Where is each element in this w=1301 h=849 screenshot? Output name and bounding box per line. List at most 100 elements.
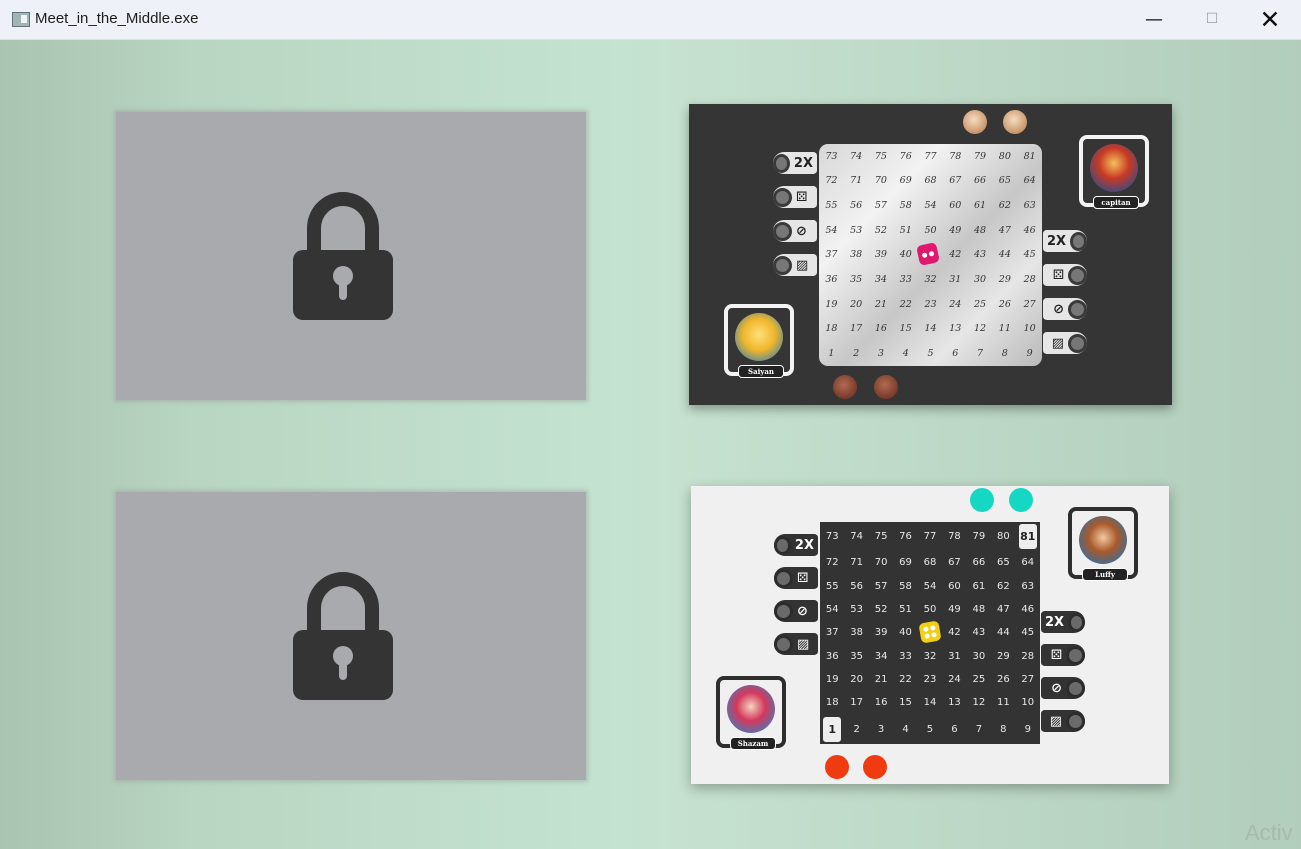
board-cell: 34 [874, 274, 887, 286]
board-cell: 75 [874, 150, 887, 162]
locked-level-2[interactable] [116, 492, 586, 780]
board-cell: 13 [949, 323, 962, 335]
board-cell: 17 [850, 323, 863, 335]
hero-portrait-icon [1090, 144, 1138, 192]
board-cell: 67 [949, 175, 962, 187]
board-cell: 19 [825, 298, 838, 310]
board-cell: 5 [926, 723, 934, 735]
board-cell: 20 [850, 298, 863, 310]
board-cell: 35 [850, 650, 864, 662]
board-cell: 14 [924, 323, 937, 335]
wooden-pawn-icon [833, 375, 857, 399]
block-icon: ⊘ [1051, 680, 1062, 696]
board-cell: 20 [850, 674, 864, 686]
close-button[interactable]: ✕ [1241, 0, 1299, 39]
board-cell: 44 [998, 249, 1011, 261]
board-cell: 3 [877, 723, 885, 735]
red-pawn-icon [825, 755, 849, 779]
board-cell: 37 [825, 249, 838, 261]
board-cell: 21 [874, 674, 888, 686]
board-cell: 61 [972, 580, 986, 592]
player-avatar-luffy: Luffy [1068, 507, 1138, 581]
board-cell: 14 [923, 697, 937, 709]
board-cell: 54 [924, 200, 937, 212]
board-cell: 71 [850, 175, 863, 187]
board-cell: 8 [1000, 723, 1007, 735]
level-light-board[interactable]: 73 74 75 76 77 78 79 80 81 72 71 70 69 68 67 66 65 64 55… [691, 486, 1169, 784]
maximize-button[interactable]: ☐ [1183, 0, 1241, 39]
double-powerup: 2X [773, 152, 817, 174]
board-cell: 40 [899, 249, 912, 261]
board-cell: 38 [850, 249, 863, 261]
app-window: Meet_in_the_Middle.exe — ☐ ✕ 73 74 75 76… [0, 0, 1301, 849]
board-cell: 48 [972, 604, 986, 616]
board-cell: 46 [1021, 604, 1035, 616]
board-cell: 26 [996, 674, 1010, 686]
board-cell: 22 [899, 674, 912, 686]
barrier-icon: ▨ [1051, 335, 1064, 351]
board-cell: 49 [949, 224, 962, 236]
minimize-button[interactable]: — [1125, 0, 1183, 39]
board-cell: 43 [972, 627, 986, 639]
dice-icon: ⚄ [796, 189, 808, 205]
board-cell: 76 [899, 531, 912, 543]
board-cell: 1 [823, 716, 842, 742]
board-cell: 73 [825, 531, 839, 543]
board-cell: 9 [1026, 348, 1033, 360]
board-cell: 64 [1021, 557, 1035, 569]
board-cell: 11 [998, 323, 1011, 335]
board-cell: 56 [850, 580, 864, 592]
player-avatar-shazam: Shazam [716, 676, 786, 750]
block-powerup: ⊘ [1043, 298, 1087, 320]
board-cell: 69 [899, 175, 912, 187]
board-cell: 30 [974, 274, 987, 286]
block-powerup: ⊘ [774, 600, 818, 622]
board-cell: 60 [948, 580, 961, 592]
player-avatar-saiyan: Saiyan [724, 304, 794, 378]
board-cell: 77 [924, 150, 937, 162]
double-powerup: 2X [1041, 611, 1085, 633]
board-cell: 54 [825, 224, 838, 236]
board-cell: 53 [850, 604, 864, 616]
board-cell: 13 [948, 697, 961, 709]
dice-icon: ⚄ [1052, 267, 1064, 283]
board-cell: 29 [998, 274, 1011, 286]
board-cell: 25 [974, 298, 987, 310]
board-cell: 51 [899, 224, 912, 236]
locked-level-1[interactable] [116, 112, 586, 400]
level-dark-board[interactable]: 73 74 75 76 77 78 79 80 81 72 71 70 69 68 67 66 65 64 55… [689, 104, 1172, 405]
padlock-icon [293, 192, 393, 320]
board-cell: 70 [874, 175, 887, 187]
board-cell: 57 [874, 200, 887, 212]
barrier-icon: ▨ [1049, 713, 1062, 729]
board-cell: 3 [877, 348, 884, 360]
dice-icon: ⚄ [797, 570, 809, 586]
board-cell: 39 [874, 249, 887, 261]
title-bar: Meet_in_the_Middle.exe — ☐ ✕ [0, 0, 1301, 40]
board-cell: 43 [974, 249, 987, 261]
board-cell: 60 [949, 200, 962, 212]
board-cell: 23 [924, 298, 937, 310]
hero-portrait-icon [1079, 516, 1127, 564]
board-cell: 7 [975, 723, 983, 735]
center-die-cell [916, 241, 943, 268]
board-cell: 55 [825, 580, 839, 592]
dice-icon: ⚄ [1050, 647, 1062, 663]
board-cell: 78 [949, 150, 962, 162]
board-cell: 50 [924, 224, 937, 236]
board-cell: 2 [853, 723, 860, 735]
board-cell: 27 [1021, 674, 1035, 686]
board-cell: 65 [996, 557, 1010, 569]
board-cell: 9 [1024, 723, 1031, 735]
board-cell: 78 [948, 531, 961, 543]
board-cell: 11 [996, 697, 1010, 709]
board-cell: 57 [874, 580, 888, 592]
board-cell: 72 [825, 175, 838, 187]
board-cell: 30 [972, 650, 986, 662]
board-cell: 4 [902, 348, 909, 360]
board-cell: 32 [924, 274, 937, 286]
board-cell: 18 [825, 697, 839, 709]
board-cell: 10 [1021, 697, 1035, 709]
board-cell: 69 [899, 557, 912, 569]
app-icon [12, 12, 30, 27]
